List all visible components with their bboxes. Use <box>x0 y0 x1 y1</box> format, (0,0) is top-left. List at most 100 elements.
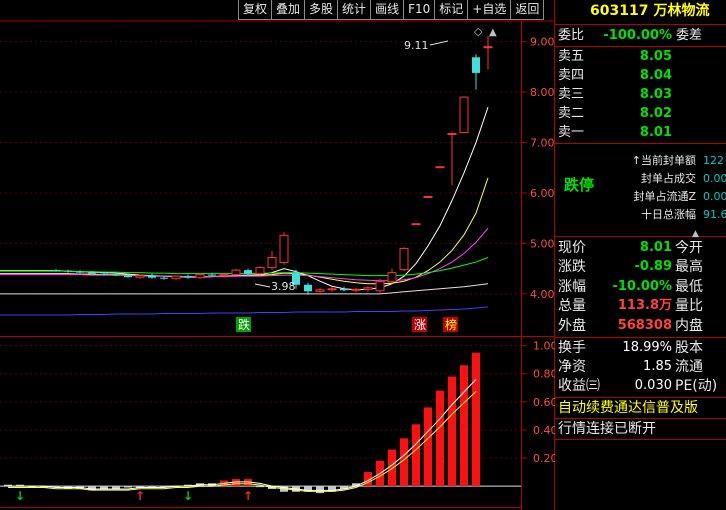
order-ratio-value: -100.00% <box>603 28 672 43</box>
order-diff-label: 委差 <box>676 28 703 43</box>
ask-level-label: 卖一 <box>558 125 585 140</box>
high-marker-arrow <box>429 40 449 46</box>
candle-body <box>435 166 445 169</box>
limit-info-value: 0.00 <box>703 172 726 185</box>
limit-down-tag: 跌 <box>238 317 250 332</box>
quote-label-secondary: PE(动) <box>675 378 718 394</box>
stock-name: 万林物流 <box>653 3 710 19</box>
ask-level-price: 8.02 <box>639 106 672 121</box>
quote-label-secondary: 量比 <box>675 298 703 315</box>
high-price-marker: 9.11 <box>404 39 429 52</box>
rank-tag: 榜 <box>445 317 457 332</box>
low-price-marker: 3.98 <box>271 280 296 293</box>
quote-label: 收益㈢ <box>558 378 600 394</box>
price-tick-label: 5.00 <box>530 237 555 250</box>
candle-body <box>195 274 205 279</box>
down-arrow-icon: ↓ <box>15 489 25 503</box>
limit-info-value: 0.00 <box>703 190 726 203</box>
diamond-icon[interactable]: ◇ <box>474 25 483 38</box>
moving-average-line <box>0 283 489 295</box>
candle-body <box>363 287 373 290</box>
candle-body <box>459 96 469 133</box>
candle-body <box>399 247 409 271</box>
quote-label-secondary: 内盘 <box>675 317 703 334</box>
indicator-bar <box>472 352 480 487</box>
indicator-tick-label: 0.80 <box>533 368 555 381</box>
candle-body <box>447 132 457 135</box>
limit-info-text: 封单占成交 <box>641 172 696 185</box>
indicator-tick-label: 0.40 <box>533 424 555 437</box>
quote-label: 外盘 <box>558 317 586 334</box>
price-axis: 9.00 8.00 7.00 6.00 5.00 4.00 <box>521 36 555 301</box>
indicator-bar <box>388 449 396 487</box>
candle-body <box>208 274 216 276</box>
candle-body <box>76 271 84 273</box>
candle-body <box>483 46 493 49</box>
limit-status: 跌停 <box>564 176 595 194</box>
moving-average-line <box>0 177 489 285</box>
candle-body <box>472 57 480 73</box>
candle-body <box>304 284 312 292</box>
ask-level-price: 8.01 <box>639 125 672 140</box>
quote-value: 568308 <box>617 317 672 333</box>
limit-up-tag: 涨 <box>414 317 426 332</box>
moving-average-line <box>0 306 489 316</box>
candle-body <box>100 273 108 275</box>
indicator-tick-label: 0.60 <box>533 396 555 409</box>
ask-level-label: 卖五 <box>558 49 585 64</box>
limit-info-label: 封单占流通Z <box>630 188 696 206</box>
price-tick-label: 8.00 <box>530 86 555 99</box>
price-tick-label: 4.00 <box>530 288 555 301</box>
indicator-bars: ↓ ↓ ↑ ↑ <box>4 352 480 503</box>
indicator-bar <box>316 486 324 494</box>
collapse-arrow-icon[interactable]: ▲ <box>692 229 699 239</box>
indicator-bar <box>124 486 132 488</box>
moving-average-lines <box>0 107 489 316</box>
stock-header: 603117 万林物流 <box>556 2 726 21</box>
indicator-bar <box>256 486 264 488</box>
candle-body <box>244 270 252 274</box>
quote-label: 换手 <box>558 340 586 356</box>
candle-body <box>387 272 397 283</box>
candle-body <box>375 281 385 292</box>
promo-link[interactable]: 自动续费通达信普及版 <box>558 399 698 417</box>
ask-level-price: 8.04 <box>639 68 672 83</box>
quote-label-secondary: 最低 <box>675 278 703 295</box>
limit-info-text: 十日总涨幅 <box>641 208 696 221</box>
ask-level-price: 8.03 <box>639 87 672 102</box>
promo-divider <box>555 418 726 419</box>
limit-info-value: 122 <box>703 154 724 167</box>
expand-arrow-icon[interactable]: ▲ <box>489 27 497 38</box>
order-ratio-divider <box>555 46 726 47</box>
indicator-axis: 1.00 0.80 0.60 0.40 0.20 <box>521 340 555 465</box>
limit-info-text: 封单占流通Z <box>633 190 696 203</box>
quote-label-secondary: 最高 <box>675 259 703 276</box>
candle-body <box>231 269 241 276</box>
price-tick-label: 6.00 <box>530 187 555 200</box>
moving-average-line <box>0 107 489 291</box>
candle-body <box>340 288 348 291</box>
quote-value: 113.8万 <box>617 298 672 314</box>
quote-value: -10.00% <box>612 278 672 294</box>
ask-level-label: 卖二 <box>558 106 585 121</box>
limit-info-text: 当前封单额 <box>641 154 696 167</box>
candle-body <box>184 276 192 278</box>
candle-body <box>315 289 325 292</box>
quote-label-secondary: 流通 <box>675 359 703 375</box>
candle-body <box>327 288 337 291</box>
quote-label: 现价 <box>558 240 586 256</box>
candle-body <box>351 288 361 291</box>
quotes-divider-1 <box>555 337 726 338</box>
quote-label: 净资 <box>558 359 586 375</box>
header-divider <box>555 24 726 25</box>
indicator-bar <box>412 424 420 487</box>
limit-info-label: ↑当前封单额 <box>630 152 696 170</box>
candle-body <box>64 270 72 272</box>
price-tick-label: 9.00 <box>530 36 555 49</box>
indicator-bar <box>448 376 456 487</box>
kline-chart[interactable]: ↓ ↓ ↑ ↑ 9.00 8.00 7.00 6.00 5.00 4.00 1.00 0.80 0.… <box>0 0 555 510</box>
candle-body <box>171 275 181 280</box>
candle-body <box>112 274 120 276</box>
limit-info-prefix: ↑ <box>631 154 641 167</box>
indicator-bar <box>424 407 432 487</box>
